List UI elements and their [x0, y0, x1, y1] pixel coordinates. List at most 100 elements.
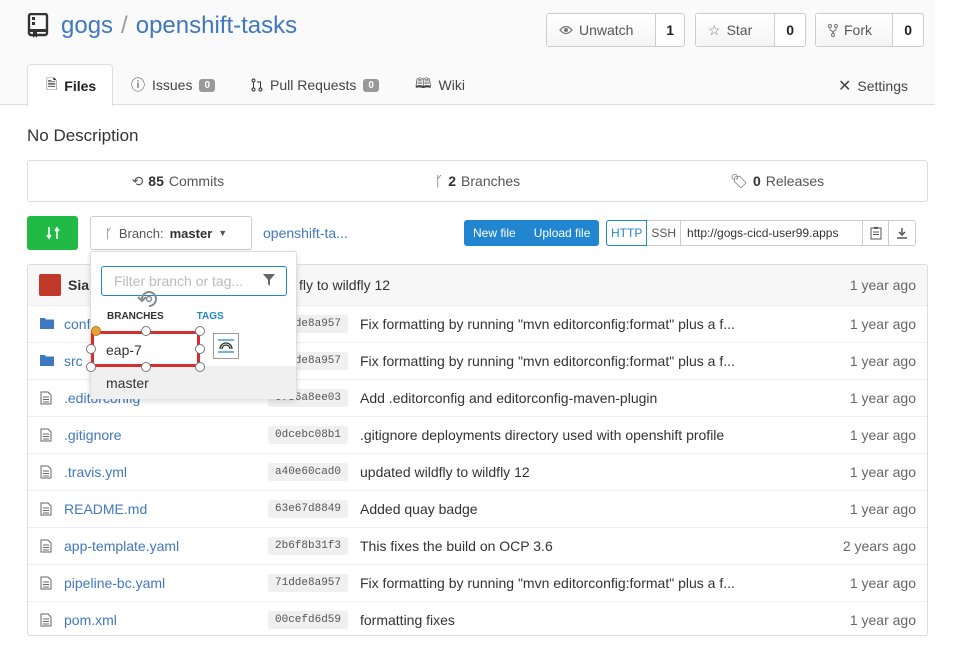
resize-handle[interactable]	[141, 326, 151, 336]
layout-options-icon[interactable]	[213, 333, 239, 359]
tab-branches[interactable]: BRANCHES	[107, 311, 164, 322]
clone-url-bar: HTTP SSH	[606, 220, 917, 246]
tab-wiki-label: Wiki	[438, 77, 465, 93]
commit-age: 1 year ago	[849, 464, 916, 480]
file-link[interactable]: src	[64, 353, 83, 369]
commit-age: 1 year ago	[849, 612, 916, 628]
branches-label: Branches	[461, 173, 521, 189]
commit-message[interactable]: Fix formatting by running "mvn editorcon…	[360, 353, 735, 369]
file-link[interactable]: pom.xml	[64, 612, 117, 628]
compare-button[interactable]	[27, 216, 78, 250]
upload-file-button[interactable]: Upload file	[525, 220, 600, 246]
star-button[interactable]: ☆ Star	[696, 14, 776, 46]
file-link[interactable]: .gitignore	[64, 427, 122, 443]
ssh-toggle[interactable]: SSH	[647, 221, 682, 245]
branch-current: master	[169, 225, 213, 241]
pull-request-icon	[251, 78, 263, 92]
commit-sha[interactable]: 63e67d8849	[268, 500, 349, 518]
branch-icon: ᚴ	[434, 173, 444, 189]
file-link[interactable]: app-template.yaml	[64, 538, 179, 554]
unwatch-button[interactable]: Unwatch	[547, 14, 657, 46]
avatar[interactable]	[39, 274, 61, 296]
star-count[interactable]: 0	[775, 14, 805, 46]
resize-handle[interactable]	[86, 362, 96, 372]
commit-message[interactable]: Fix formatting by running "mvn editorcon…	[360, 316, 735, 332]
file-link[interactable]: README.md	[64, 501, 147, 517]
repo-path-link[interactable]: openshift-ta...	[263, 225, 348, 241]
branch-item-master[interactable]: master	[91, 366, 296, 399]
file-link[interactable]: .travis.yml	[64, 464, 127, 480]
clone-url-input[interactable]	[681, 221, 864, 245]
latest-commit-message[interactable]: fly to wildfly 12	[299, 277, 390, 293]
branch-selector-button[interactable]: ᚴ Branch: master ▼	[90, 216, 252, 250]
table-row: .gitignore 0dcebc08b1 .gitignore deploym…	[28, 416, 927, 453]
tab-pull-requests-label: Pull Requests	[270, 77, 357, 93]
commits-stat[interactable]: ⟲ 85 Commits	[28, 173, 328, 190]
tab-issues[interactable]: ⓘ Issues 0	[113, 64, 233, 106]
commit-age: 1 year ago	[849, 390, 916, 406]
commit-message[interactable]: This fixes the build on OCP 3.6	[360, 538, 553, 554]
copy-url-button[interactable]	[863, 221, 890, 245]
star-icon: ☆	[708, 21, 721, 38]
releases-stat[interactable]: 🏷 0 Releases	[627, 173, 927, 190]
pull-requests-count-badge: 0	[363, 78, 379, 92]
resize-handle[interactable]	[86, 344, 96, 354]
fork-icon	[828, 23, 838, 37]
resize-handle[interactable]	[91, 326, 101, 336]
new-file-button[interactable]: New file	[464, 220, 525, 246]
commit-sha[interactable]: a40e60cad0	[268, 463, 349, 481]
commit-age: 1 year ago	[849, 353, 916, 369]
tab-files[interactable]: 🗎 Files	[27, 64, 113, 106]
repo-owner-link[interactable]: gogs	[61, 12, 113, 39]
http-toggle[interactable]: HTTP	[606, 220, 648, 246]
tab-tags[interactable]: TAGS	[197, 311, 224, 322]
tab-pull-requests[interactable]: Pull Requests 0	[233, 64, 397, 106]
commit-sha[interactable]: 00cefd6d59	[268, 611, 349, 629]
repo-name-link[interactable]: openshift-tasks	[136, 12, 297, 39]
settings-tab[interactable]: ✕ Settings	[838, 76, 908, 96]
book-icon: 🕮	[414, 75, 432, 91]
commit-sha[interactable]: 71dde8a957	[268, 574, 349, 592]
tab-wiki[interactable]: 🕮 Wiki	[397, 64, 483, 106]
branch-item-eap-7[interactable]: eap-7	[91, 333, 296, 366]
commit-sha[interactable]: 0dcebc08b1	[268, 426, 349, 444]
fork-count[interactable]: 0	[893, 14, 923, 46]
issue-icon: ⓘ	[131, 77, 145, 93]
table-row: pipeline-bc.yaml 71dde8a957 Fix formatti…	[28, 564, 927, 601]
unwatch-label: Unwatch	[579, 22, 634, 38]
commit-sha[interactable]: 2b6f8b31f3	[268, 537, 349, 555]
watch-count[interactable]: 1	[656, 14, 684, 46]
resize-handle[interactable]	[195, 362, 205, 372]
rotate-icon[interactable]	[137, 288, 161, 310]
branch-dropdown-tabs: BRANCHES TAGS	[107, 311, 224, 322]
commits-count: 85	[148, 173, 164, 189]
file-icon	[40, 502, 52, 516]
latest-commit-age: 1 year ago	[849, 277, 916, 293]
releases-count: 0	[752, 173, 761, 189]
file-text-icon: 🗎	[46, 75, 58, 92]
fork-label: Fork	[844, 22, 872, 38]
commit-message[interactable]: Fix formatting by running "mvn editorcon…	[360, 575, 735, 591]
commit-message[interactable]: formatting fixes	[360, 612, 455, 628]
branches-stat[interactable]: ᚴ 2 Branches	[328, 173, 628, 189]
repo-title-separator: /	[121, 12, 128, 39]
caret-down-icon: ▼	[218, 228, 228, 238]
commit-message[interactable]: updated wildfly to wildfly 12	[360, 464, 530, 480]
file-link[interactable]: pipeline-bc.yaml	[64, 575, 165, 591]
resize-handle[interactable]	[141, 362, 151, 372]
resize-handle[interactable]	[195, 326, 205, 336]
table-row: pom.xml 00cefd6d59 formatting fixes 1 ye…	[28, 601, 927, 635]
commit-message[interactable]: .gitignore deployments directory used wi…	[360, 427, 724, 443]
resize-handle[interactable]	[195, 344, 205, 354]
file-icon	[40, 465, 52, 479]
file-icon	[40, 576, 52, 590]
file-link[interactable]: conf	[64, 316, 90, 332]
fork-button[interactable]: Fork	[816, 14, 894, 46]
download-button[interactable]	[889, 221, 915, 245]
file-icon	[40, 539, 52, 553]
commit-message[interactable]: Add .editorconfig and editorconfig-maven…	[360, 390, 657, 406]
commit-message[interactable]: Added quay badge	[360, 501, 478, 517]
branch-filter-input[interactable]	[101, 266, 287, 296]
table-row: README.md 63e67d8849 Added quay badge 1 …	[28, 490, 927, 527]
repo-description: No Description	[27, 126, 139, 145]
